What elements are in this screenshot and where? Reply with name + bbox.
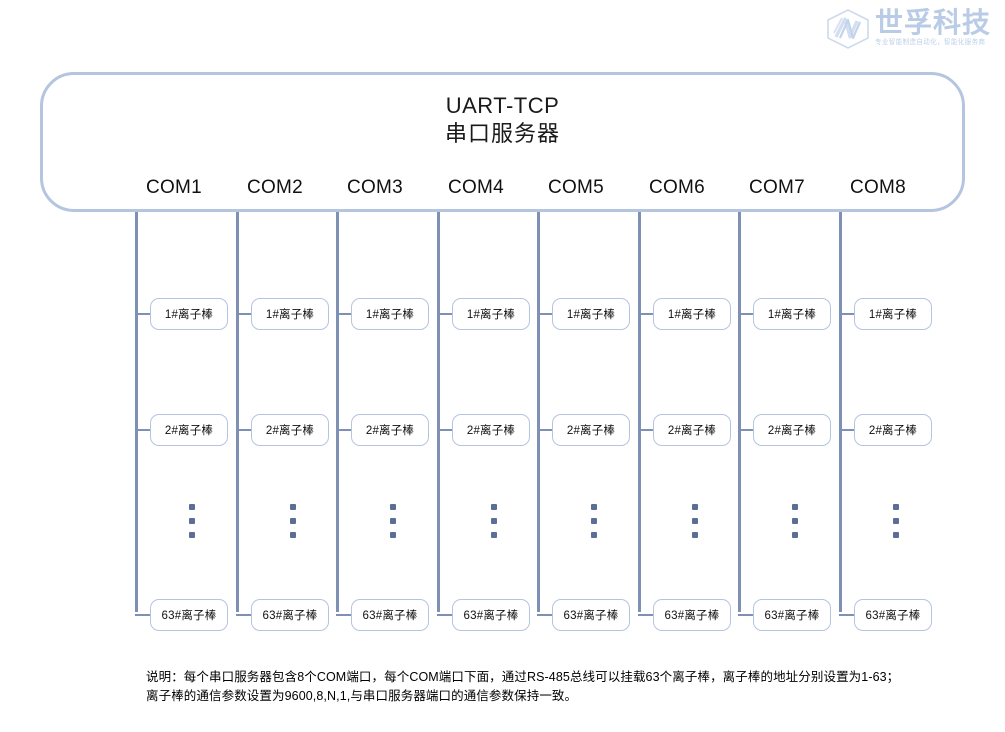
ion-rod-node[interactable]: 2#离子棒 bbox=[552, 414, 630, 446]
ion-rod-node[interactable]: 2#离子棒 bbox=[251, 414, 329, 446]
vertical-ellipsis-icon bbox=[792, 504, 798, 538]
rs485-bus-line bbox=[839, 212, 842, 612]
bus-stub bbox=[336, 313, 352, 315]
com-port-label-7[interactable]: COM7 bbox=[722, 177, 832, 199]
com-port-label-4[interactable]: COM4 bbox=[421, 177, 531, 199]
ion-rod-node[interactable]: 2#离子棒 bbox=[351, 414, 429, 446]
rs485-bus-line bbox=[336, 212, 339, 612]
rs485-bus-line bbox=[638, 212, 641, 612]
logo-tagline: 专业智能制造自动化，智能化服务商 bbox=[875, 38, 986, 47]
vertical-ellipsis-icon bbox=[189, 504, 195, 538]
ion-rod-node[interactable]: 1#离子棒 bbox=[251, 298, 329, 330]
server-subtitle: 串口服务器 bbox=[444, 121, 560, 146]
rs485-bus-column-8: 1#离子棒 2#离子棒 63#离子棒 bbox=[839, 212, 979, 632]
ion-rod-node[interactable]: 63#离子棒 bbox=[854, 599, 932, 631]
bus-stub bbox=[336, 429, 352, 431]
bus-stub bbox=[336, 614, 352, 616]
ion-rod-node[interactable]: 2#离子棒 bbox=[150, 414, 228, 446]
bus-stub bbox=[839, 614, 855, 616]
bus-stub bbox=[537, 313, 553, 315]
bus-stub bbox=[839, 429, 855, 431]
bus-stub bbox=[738, 313, 754, 315]
bus-stub bbox=[135, 429, 151, 431]
bus-stub bbox=[236, 614, 252, 616]
ion-rod-node[interactable]: 1#离子棒 bbox=[854, 298, 932, 330]
ion-rod-node[interactable]: 1#离子棒 bbox=[653, 298, 731, 330]
bus-stub bbox=[537, 429, 553, 431]
bus-stub bbox=[437, 429, 453, 431]
ion-rod-node[interactable]: 63#离子棒 bbox=[452, 599, 530, 631]
caption-line-2: 离子棒的通信参数设置为9600,8,N,1,与串口服务器端口的通信参数保持一致。 bbox=[146, 689, 578, 703]
rs485-bus-line bbox=[537, 212, 540, 612]
logo-text-block: 世孚科技 专业智能制造自动化，智能化服务商 bbox=[875, 8, 991, 47]
com-port-label-3[interactable]: COM3 bbox=[320, 177, 430, 199]
bus-stub bbox=[638, 614, 654, 616]
ion-rod-node[interactable]: 1#离子棒 bbox=[150, 298, 228, 330]
ion-rod-node[interactable]: 2#离子棒 bbox=[753, 414, 831, 446]
vertical-ellipsis-icon bbox=[692, 504, 698, 538]
logo-company-name: 世孚科技 bbox=[875, 7, 992, 38]
bus-stub bbox=[738, 614, 754, 616]
com-port-label-2[interactable]: COM2 bbox=[220, 177, 330, 199]
bus-stub bbox=[738, 429, 754, 431]
vertical-ellipsis-icon bbox=[893, 504, 899, 538]
ion-rod-node[interactable]: 63#离子棒 bbox=[351, 599, 429, 631]
bus-stub bbox=[236, 313, 252, 315]
ion-rod-node[interactable]: 2#离子棒 bbox=[653, 414, 731, 446]
ion-rod-node[interactable]: 1#离子棒 bbox=[552, 298, 630, 330]
vertical-ellipsis-icon bbox=[591, 504, 597, 538]
diagram-caption: 说明：每个串口服务器包含8个COM端口，每个COM端口下面，通过RS-485总线… bbox=[146, 668, 966, 706]
ion-rod-node[interactable]: 2#离子棒 bbox=[452, 414, 530, 446]
ion-rod-node[interactable]: 63#离子棒 bbox=[552, 599, 630, 631]
rs485-bus-line bbox=[135, 212, 138, 612]
vertical-ellipsis-icon bbox=[390, 504, 396, 538]
com-port-label-5[interactable]: COM5 bbox=[521, 177, 631, 199]
ion-rod-node[interactable]: 1#离子棒 bbox=[452, 298, 530, 330]
ion-rod-node[interactable]: 2#离子棒 bbox=[854, 414, 932, 446]
bus-stub bbox=[638, 429, 654, 431]
com-port-label-1[interactable]: COM1 bbox=[119, 177, 229, 199]
com-port-label-6[interactable]: COM6 bbox=[622, 177, 732, 199]
ion-rod-node[interactable]: 63#离子棒 bbox=[150, 599, 228, 631]
bus-stub bbox=[437, 313, 453, 315]
bus-stub bbox=[537, 614, 553, 616]
ion-rod-node[interactable]: 1#离子棒 bbox=[753, 298, 831, 330]
rs485-bus-line bbox=[738, 212, 741, 612]
bus-stub bbox=[839, 313, 855, 315]
ion-rod-node[interactable]: 1#离子棒 bbox=[351, 298, 429, 330]
bus-stub bbox=[135, 313, 151, 315]
caption-line-1: 说明：每个串口服务器包含8个COM端口，每个COM端口下面，通过RS-485总线… bbox=[146, 670, 900, 684]
rs485-bus-line bbox=[236, 212, 239, 612]
ion-rod-node[interactable]: 63#离子棒 bbox=[753, 599, 831, 631]
ion-rod-node[interactable]: 63#离子棒 bbox=[653, 599, 731, 631]
diagram-canvas: 世孚科技 专业智能制造自动化，智能化服务商 UART-TCP 串口服务器 1#离… bbox=[0, 0, 1005, 732]
hex-weave-logo-icon bbox=[827, 9, 869, 49]
bus-stub bbox=[437, 614, 453, 616]
com-port-label-8[interactable]: COM8 bbox=[823, 177, 933, 199]
bus-stub bbox=[135, 614, 151, 616]
bus-stub bbox=[236, 429, 252, 431]
vertical-ellipsis-icon bbox=[491, 504, 497, 538]
ion-rod-node[interactable]: 63#离子棒 bbox=[251, 599, 329, 631]
company-logo: 世孚科技 专业智能制造自动化，智能化服务商 bbox=[826, 8, 996, 58]
vertical-ellipsis-icon bbox=[290, 504, 296, 538]
server-title: UART-TCP bbox=[445, 93, 560, 118]
bus-stub bbox=[638, 313, 654, 315]
rs485-bus-line bbox=[437, 212, 440, 612]
